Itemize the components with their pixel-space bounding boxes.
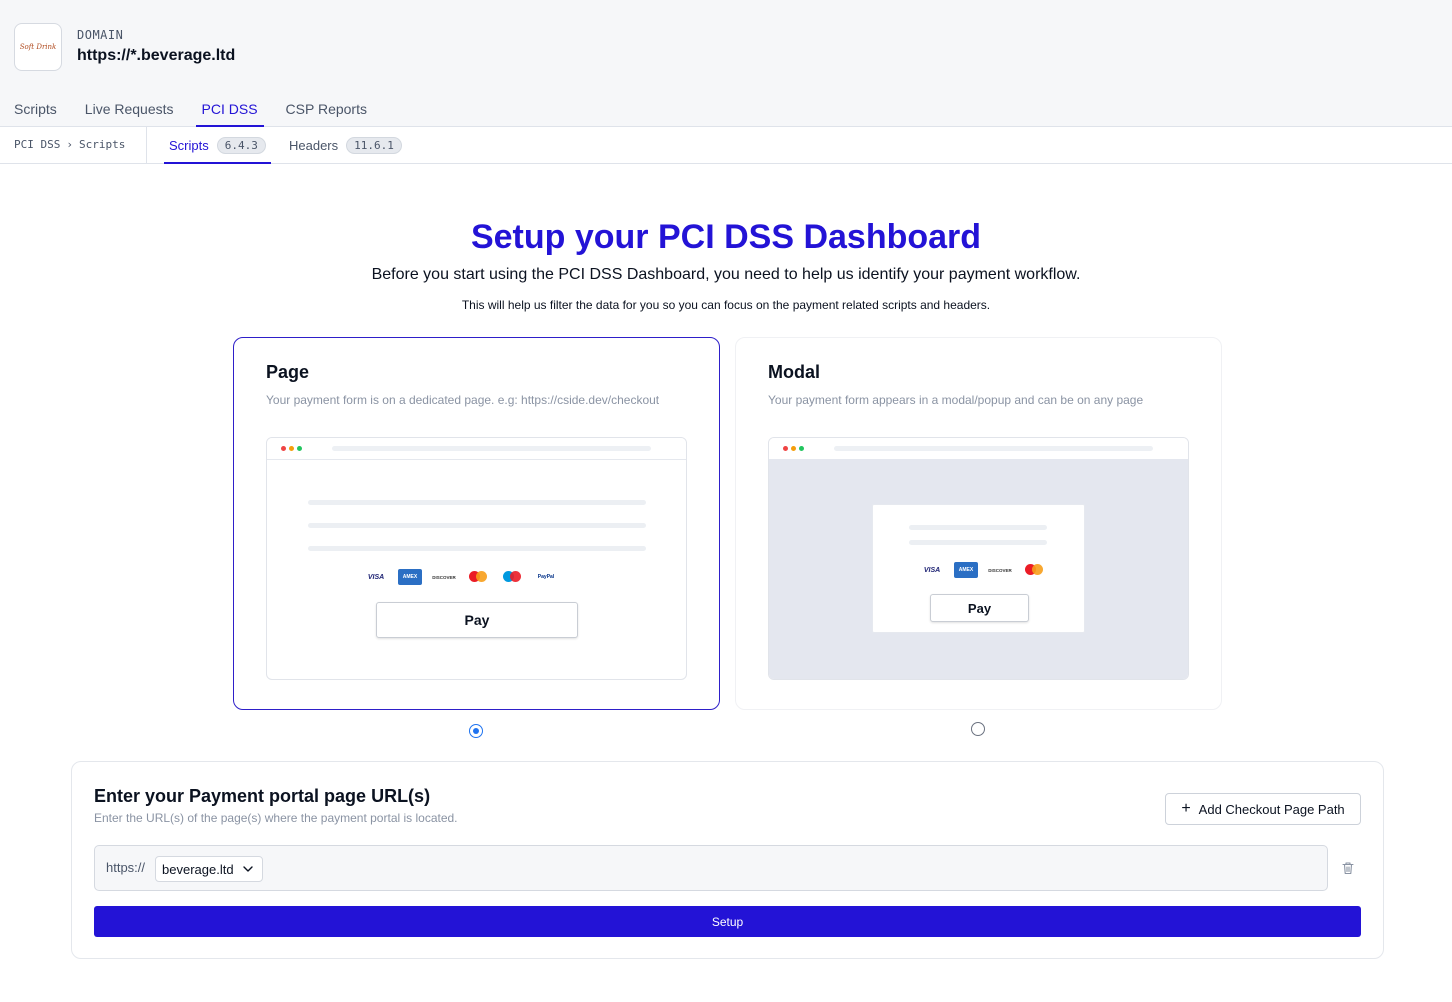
paypal-icon: PayPal <box>537 574 555 580</box>
requirement-badge: 11.6.1 <box>346 136 402 154</box>
page-title: Setup your PCI DSS Dashboard <box>470 218 982 256</box>
option-title: Modal <box>768 362 820 382</box>
radio-option-modal[interactable] <box>971 722 985 736</box>
option-card-modal[interactable]: Modal Your payment form appears in a mod… <box>735 337 1222 710</box>
placeholder-line <box>308 523 646 528</box>
window-dot-icon <box>799 446 804 451</box>
visa-icon: VISA <box>923 566 941 574</box>
window-dot-icon <box>281 446 286 451</box>
visa-icon: VISA <box>367 573 385 581</box>
plus-icon: + <box>1181 800 1191 817</box>
domain-label: DOMAIN <box>77 28 124 42</box>
modal-window: VISA AMEX DISCOVER Pay <box>872 504 1085 633</box>
page-illustration: VISA AMEX DISCOVER PayPal Pay <box>266 437 687 680</box>
discover-icon: DISCOVER <box>432 574 456 580</box>
subtab-headers-label: Headers <box>289 137 339 153</box>
window-dot-icon <box>289 446 294 451</box>
tab-csp-reports[interactable]: CSP Reports <box>275 101 378 127</box>
amex-icon: AMEX <box>954 562 978 578</box>
placeholder-line <box>909 540 1047 545</box>
option-card-page[interactable]: Page Your payment form is on a dedicated… <box>233 337 720 710</box>
radio-option-page[interactable] <box>469 724 483 738</box>
url-field[interactable]: https:// beverage.ltd <box>94 845 1328 891</box>
card-logos: VISA AMEX DISCOVER <box>920 562 1046 578</box>
tab-pci-dss[interactable]: PCI DSS <box>191 101 269 127</box>
modal-illustration: VISA AMEX DISCOVER Pay <box>768 437 1189 680</box>
page-subtitle: Before you start using the PCI DSS Dashb… <box>371 266 1081 283</box>
card-logos: VISA AMEX DISCOVER PayPal <box>364 569 558 585</box>
maestro-icon <box>500 569 524 585</box>
pay-button-illustration: Pay <box>376 602 578 638</box>
subnav-divider <box>146 127 147 164</box>
window-dot-icon <box>297 446 302 451</box>
placeholder-line <box>308 500 646 505</box>
url-prefix: https:// <box>106 860 146 875</box>
mastercard-icon <box>466 569 490 585</box>
payment-url-panel: Enter your Payment portal page URL(s) En… <box>71 761 1384 959</box>
subtab-scripts-label: Scripts <box>169 137 209 153</box>
subtab-scripts[interactable]: Scripts 6.4.3 <box>164 127 271 164</box>
option-description: Your payment form appears in a modal/pop… <box>768 393 1144 407</box>
window-dot-icon <box>783 446 788 451</box>
domain-value: https://*.beverage.ltd <box>77 47 236 64</box>
address-bar <box>834 446 1153 451</box>
app-header: Soft Drink DOMAIN https://*.beverage.ltd… <box>0 0 1452 127</box>
subtab-headers[interactable]: Headers 11.6.1 <box>289 127 402 163</box>
page-note: This will help us filter the data for yo… <box>461 298 991 312</box>
placeholder-line <box>909 525 1047 530</box>
add-checkout-path-label: Add Checkout Page Path <box>1198 801 1345 817</box>
panel-title: Enter your Payment portal page URL(s) <box>94 786 431 806</box>
option-description: Your payment form is on a dedicated page… <box>266 393 660 407</box>
breadcrumb-item-scripts: Scripts <box>78 138 126 151</box>
add-checkout-path-button[interactable]: + Add Checkout Page Path <box>1165 793 1361 825</box>
chevron-down-icon <box>243 866 253 872</box>
breadcrumb-item-pci-dss[interactable]: PCI DSS <box>14 138 60 151</box>
mastercard-icon <box>1022 562 1046 578</box>
address-bar <box>332 446 651 451</box>
setup-button[interactable]: Setup <box>94 906 1361 937</box>
placeholder-line <box>308 546 646 551</box>
browser-bar <box>769 438 1188 460</box>
browser-bar <box>267 438 686 460</box>
domain-select-value: beverage.ltd <box>162 861 234 877</box>
requirement-badge: 6.4.3 <box>216 136 266 154</box>
logo-text: Soft Drink <box>19 43 57 51</box>
tab-live-requests[interactable]: Live Requests <box>74 101 185 127</box>
main-tabs: Scripts Live Requests PCI DSS CSP Report… <box>0 101 381 127</box>
panel-description: Enter the URL(s) of the page(s) where th… <box>94 811 458 825</box>
pay-button-illustration: Pay <box>930 594 1029 622</box>
option-title: Page <box>266 362 310 382</box>
amex-icon: AMEX <box>398 569 422 585</box>
trash-icon[interactable] <box>1341 861 1355 875</box>
sub-navigation: PCI DSS › Scripts Scripts 6.4.3 Headers … <box>0 127 1452 164</box>
window-dot-icon <box>791 446 796 451</box>
breadcrumb-separator-icon: › <box>66 138 73 151</box>
breadcrumb: PCI DSS › Scripts <box>14 138 125 151</box>
domain-select[interactable]: beverage.ltd <box>155 856 263 882</box>
brand-logo: Soft Drink <box>14 23 62 71</box>
discover-icon: DISCOVER <box>988 567 1012 573</box>
tab-scripts[interactable]: Scripts <box>3 101 68 127</box>
